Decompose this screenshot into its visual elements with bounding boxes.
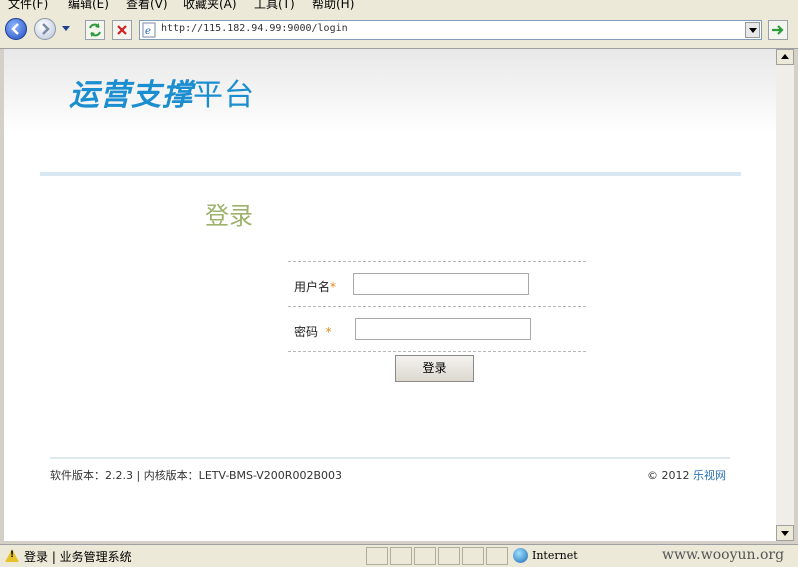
password-input[interactable] <box>355 318 531 340</box>
status-pane <box>366 547 388 565</box>
status-pane <box>462 547 484 565</box>
menu-bar: 文件(F) 编辑(E) 查看(V) 收藏夹(A) 工具(T) 帮助(H) <box>0 0 798 14</box>
go-button[interactable] <box>768 20 788 40</box>
menu-tools[interactable]: 工具(T) <box>254 0 295 12</box>
login-title: 登录 <box>205 202 253 230</box>
internet-zone-icon <box>513 548 528 563</box>
warning-mark-icon: ! <box>10 550 15 560</box>
login-submit-button[interactable]: 登录 <box>395 355 474 382</box>
address-toolbar: e http://115.182.94.99:9000/login <box>0 14 798 49</box>
refresh-button[interactable] <box>85 20 105 40</box>
copyright: © 2012 乐视网 <box>647 467 726 483</box>
logo-light-text: 平台 <box>193 78 255 113</box>
site-logo: 运营支撑平台 <box>69 70 255 114</box>
username-required-mark: * <box>330 280 337 294</box>
page-viewport: 运营支撑平台 登录 用户名* 密码 * 登录 软件版本：2.2.3 | 内核版本… <box>4 49 776 541</box>
stop-button[interactable] <box>112 20 132 40</box>
form-divider-middle <box>288 306 586 307</box>
address-dropdown-button[interactable] <box>745 22 760 38</box>
status-pane <box>438 547 460 565</box>
scroll-down-button[interactable] <box>776 525 794 541</box>
username-label: 用户名* <box>294 280 337 294</box>
address-field[interactable]: e http://115.182.94.99:9000/login <box>139 20 762 40</box>
status-bar: ! 登录 | 业务管理系统 Internet www.wooyun.org <box>0 544 798 567</box>
vertical-scrollbar[interactable] <box>776 49 794 541</box>
password-label: 密码 * <box>294 325 332 339</box>
menu-file[interactable]: 文件(F) <box>8 0 48 12</box>
status-pane <box>414 547 436 565</box>
header-divider <box>40 172 741 176</box>
back-arrow-icon <box>11 23 19 35</box>
watermark: www.wooyun.org <box>662 547 785 563</box>
forward-button[interactable] <box>34 18 56 40</box>
status-text: 登录 | 业务管理系统 <box>24 550 132 564</box>
stop-icon <box>117 25 127 35</box>
refresh-icon <box>89 23 101 37</box>
go-arrow-icon <box>772 25 784 35</box>
footer-divider <box>50 457 730 459</box>
version-info: 软件版本：2.2.3 | 内核版本：LETV-BMS-V200R002B003 <box>50 469 342 482</box>
back-button[interactable] <box>5 18 27 40</box>
copyright-prefix: © 2012 <box>647 469 693 482</box>
password-required-mark: * <box>325 325 332 339</box>
history-dropdown-icon[interactable] <box>62 26 70 31</box>
username-input[interactable] <box>353 273 529 295</box>
menu-edit[interactable]: 编辑(E) <box>68 0 109 12</box>
copyright-link[interactable]: 乐视网 <box>693 469 726 482</box>
status-pane <box>390 547 412 565</box>
url-text[interactable]: http://115.182.94.99:9000/login <box>161 23 348 34</box>
logo-bold-text: 运营支撑 <box>69 78 193 113</box>
scroll-up-button[interactable] <box>776 49 794 65</box>
form-divider-bottom <box>288 351 586 352</box>
security-zone-text: Internet <box>532 549 578 562</box>
forward-arrow-icon <box>42 23 50 35</box>
svg-text:e: e <box>145 26 151 37</box>
menu-view[interactable]: 查看(V) <box>126 0 168 12</box>
status-pane <box>486 547 508 565</box>
menu-favorites[interactable]: 收藏夹(A) <box>183 0 237 12</box>
ie-page-icon: e <box>142 22 156 38</box>
menu-help[interactable]: 帮助(H) <box>312 0 354 12</box>
form-divider-top <box>288 261 586 262</box>
